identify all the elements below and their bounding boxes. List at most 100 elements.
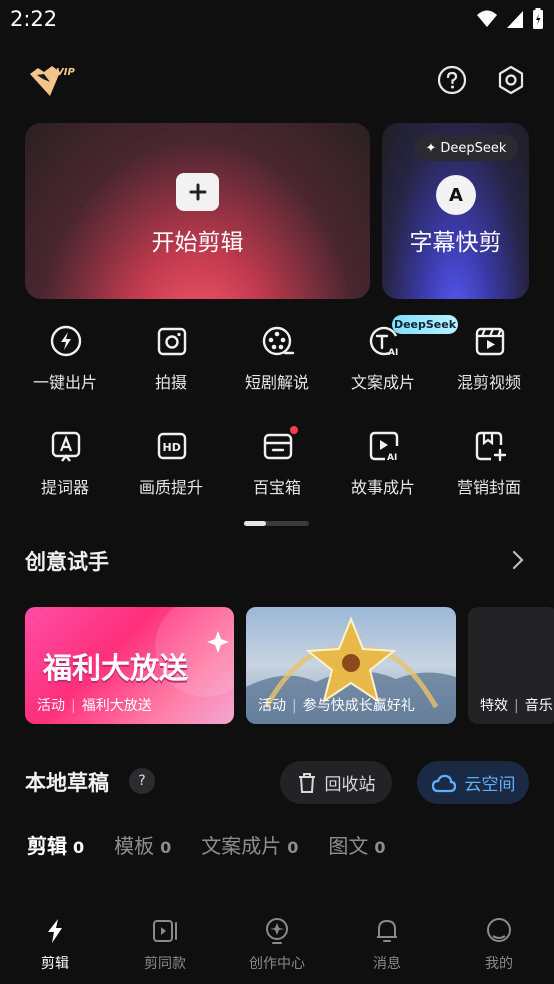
nav-creator-center[interactable]: 创作中心 [222, 905, 332, 984]
promo-card-benefits[interactable]: 福利大放送 活动 | 福利大放送 [25, 607, 234, 724]
profile-icon [487, 918, 511, 942]
settings-button[interactable] [495, 64, 527, 96]
teleprompter-icon [51, 431, 81, 462]
tool-label: 文案成片 [350, 373, 415, 392]
lightbulb-icon [266, 918, 288, 944]
deepseek-badge-label: DeepSeek [440, 140, 507, 156]
film-reel-icon [262, 326, 295, 356]
tool-story-video[interactable]: AI 故事成片 [330, 423, 436, 513]
draft-tab-count: 0 [160, 838, 172, 857]
clapper-icon [475, 327, 505, 356]
template-video-icon [153, 920, 177, 942]
tool-label: 百宝箱 [252, 478, 301, 497]
start-edit-card[interactable]: 开始剪辑 [25, 123, 370, 299]
promo-caption: 特效 | 音乐 [480, 698, 553, 714]
promo-caption-text: 福利大放送 [81, 698, 152, 714]
gear-icon [498, 65, 524, 95]
tool-label: 营销封面 [456, 478, 521, 497]
nav-profile[interactable]: 我的 [444, 905, 554, 984]
draft-tab-template[interactable]: 模板 0 [114, 830, 171, 859]
notification-dot [290, 426, 298, 434]
tool-label: 画质提升 [138, 478, 203, 497]
deepseek-badge: ✦ DeepSeek [414, 135, 518, 161]
grid-pager-indicator [244, 521, 266, 526]
draft-tab-label: 图文 [328, 834, 369, 858]
tool-quality-enhance[interactable]: HD 画质提升 [118, 423, 224, 513]
nav-label: 剪辑 [41, 956, 69, 972]
svg-text:AI: AI [388, 348, 398, 358]
tool-short-drama[interactable]: 短剧解说 [224, 318, 330, 408]
promo-card-growth[interactable]: 活动 | 参与快成长赢好礼 [246, 607, 456, 724]
status-icons [476, 8, 544, 30]
nav-label: 剪同款 [144, 956, 186, 972]
promo-caption: 活动 | 福利大放送 [37, 698, 152, 714]
nav-template[interactable]: 剪同款 [110, 905, 220, 984]
recycle-bin-button[interactable]: 回收站 [280, 761, 392, 804]
cloud-space-label: 云空间 [464, 775, 516, 795]
plus-icon [176, 173, 219, 211]
draft-tab-script-video[interactable]: 文案成片 0 [201, 830, 298, 859]
subtitle-a-icon: A [436, 175, 476, 215]
draft-tab-label: 模板 [114, 834, 155, 858]
nav-messages[interactable]: 消息 [332, 905, 442, 984]
video-ai-icon: AI [369, 431, 399, 463]
toolbox-icon [263, 433, 293, 460]
bell-icon [377, 920, 397, 942]
signal-icon [507, 11, 523, 28]
tool-toolbox[interactable]: 百宝箱 [224, 423, 330, 513]
subtitle-quick-edit-card[interactable]: ✦ DeepSeek A 字幕快剪 [382, 123, 529, 299]
sparkle-icon: ✦ [425, 140, 437, 156]
vip-logo[interactable]: VIP [26, 62, 78, 102]
promo-caption: 活动 | 参与快成长赢好礼 [258, 698, 415, 714]
bottom-nav: 剪辑 剪同款 创作中心 消息 我的 [0, 905, 554, 984]
drafts-help-icon[interactable]: ? [129, 768, 155, 794]
tool-label: 故事成片 [350, 478, 415, 497]
promo-card-effects[interactable]: 特效 | 音乐 [468, 607, 554, 724]
draft-tab-count: 0 [287, 838, 299, 857]
cloud-space-button[interactable]: 云空间 [417, 761, 529, 804]
recycle-bin-label: 回收站 [324, 775, 376, 795]
nav-edit[interactable]: 剪辑 [0, 905, 110, 984]
subtitle-quick-edit-label: 字幕快剪 [409, 230, 502, 256]
draft-tab-count: 0 [73, 838, 85, 857]
cloud-icon [431, 774, 456, 792]
promo-tag: 活动 [258, 698, 286, 714]
promo-headline: 福利大放送 [43, 651, 189, 685]
drafts-section-title: 本地草稿 [25, 771, 109, 795]
camera-icon [157, 327, 187, 356]
chevron-right-icon[interactable] [508, 548, 528, 572]
tool-label: 混剪视频 [456, 373, 521, 392]
vip-text: VIP [56, 67, 75, 78]
draft-tab-label: 剪辑 [27, 834, 67, 858]
tool-marketing-cover[interactable]: 营销封面 [436, 423, 542, 513]
promo-caption-text: 参与快成长赢好礼 [302, 698, 415, 714]
tool-teleprompter[interactable]: 提词器 [12, 423, 118, 513]
promo-caption-text: 音乐 [524, 698, 553, 714]
bookmark-cover-icon [475, 431, 507, 462]
deepseek-mini-badge: DeepSeek [392, 315, 458, 334]
nav-label: 消息 [373, 956, 401, 972]
svg-text:HD: HD [163, 441, 181, 454]
draft-tabs: 剪辑 0 模板 0 文案成片 0 图文 0 [27, 830, 386, 859]
start-edit-label: 开始剪辑 [151, 230, 244, 256]
status-bar: 2:22 [0, 0, 554, 38]
tool-one-click[interactable]: 一键出片 [12, 318, 118, 408]
hd-icon: HD [157, 432, 187, 460]
vip-heart-icon: VIP [30, 66, 75, 96]
draft-tab-count: 0 [374, 838, 386, 857]
tool-camera[interactable]: 拍摄 [118, 318, 224, 408]
edit-lightning-icon [48, 919, 62, 943]
draft-tab-edit[interactable]: 剪辑 0 [27, 830, 84, 859]
nav-label: 创作中心 [249, 956, 305, 972]
header: VIP [0, 58, 554, 106]
promo-tag: 活动 [37, 698, 65, 714]
creative-section-title: 创意试手 [25, 550, 109, 574]
tool-label: 一键出片 [32, 373, 97, 392]
help-button[interactable] [436, 64, 468, 96]
status-time: 2:22 [10, 7, 58, 31]
tool-label: 提词器 [40, 478, 89, 497]
nav-label: 我的 [485, 956, 513, 972]
question-circle-icon [437, 65, 467, 95]
tool-label: 拍摄 [154, 373, 187, 392]
draft-tab-image-text[interactable]: 图文 0 [328, 830, 385, 859]
